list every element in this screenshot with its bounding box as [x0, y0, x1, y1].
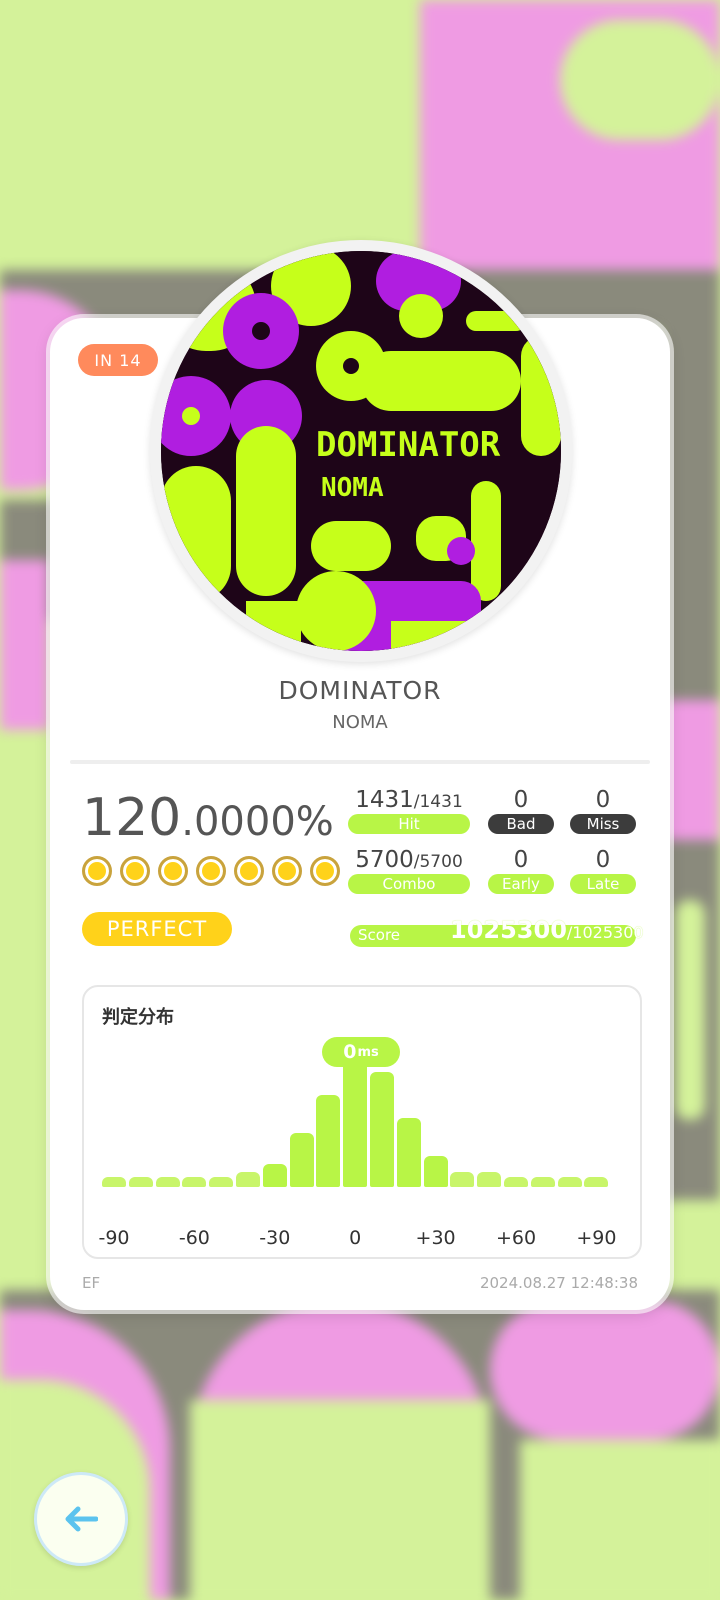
- stat-hit: 1431/1431 Hit: [348, 786, 470, 834]
- ring-icon: [120, 856, 150, 886]
- offset-value: 0: [343, 1041, 357, 1063]
- distribution-bar: [343, 1057, 368, 1187]
- accuracy-integer: 120: [82, 788, 182, 848]
- offset-unit: ms: [357, 1044, 379, 1060]
- play-timestamp: 2024.08.27 12:48:38: [479, 1274, 638, 1292]
- ring-icon: [196, 856, 226, 886]
- distribution-bar: [128, 1177, 153, 1187]
- score-value: 1025300/1025300: [450, 916, 644, 944]
- level-badge: IN 14: [78, 344, 158, 376]
- distribution-bar: [530, 1177, 555, 1187]
- distribution-tick-label: +30: [415, 1227, 456, 1249]
- distribution-tick-label: 0: [349, 1227, 362, 1249]
- accuracy: 120.0000%: [82, 788, 334, 848]
- combo-total: /5700: [413, 852, 463, 872]
- distribution-bar: [477, 1171, 502, 1187]
- score-total: /1025300: [566, 923, 644, 942]
- distribution-bar: [182, 1177, 207, 1187]
- bad-value: 0: [513, 787, 529, 813]
- full-combo-rings: [82, 856, 340, 886]
- song-title: DOMINATOR: [278, 676, 442, 705]
- ring-icon: [234, 856, 264, 886]
- distribution-bar: [504, 1177, 528, 1187]
- score-number: 1025300: [450, 916, 567, 944]
- distribution-bar: [102, 1177, 126, 1187]
- divider: [70, 760, 650, 764]
- svg-text:DOMINATOR: DOMINATOR: [316, 425, 501, 465]
- accuracy-decimal: .0000%: [181, 799, 334, 845]
- distribution-bar: [155, 1177, 180, 1187]
- cover-art-image: DOMINATOR NOMA: [161, 251, 561, 651]
- judgement-distribution-panel: 判定分布 -90 -60 -30 0 +30 +60 +90 0 ms: [82, 985, 642, 1259]
- ring-icon: [82, 856, 112, 886]
- arrow-left-icon: [65, 1506, 98, 1532]
- combo-label: Combo: [348, 874, 470, 894]
- distribution-bar: [557, 1177, 582, 1187]
- stat-bad: 0 Bad: [488, 786, 554, 834]
- distribution-tick-label: -30: [259, 1227, 291, 1249]
- distribution-bar: [396, 1118, 421, 1187]
- stat-combo: 5700/5700 Combo: [348, 846, 470, 894]
- distribution-bar: [370, 1072, 394, 1187]
- grade-badge: PERFECT: [82, 912, 232, 946]
- distribution-tick-label: +60: [495, 1227, 537, 1249]
- footer-tag: EF: [82, 1274, 101, 1292]
- late-value: 0: [595, 847, 611, 873]
- hit-label: Hit: [348, 814, 470, 834]
- song-artist: NOMA: [332, 712, 388, 733]
- combo-value: 5700: [355, 847, 414, 873]
- hit-value: 1431: [355, 787, 414, 813]
- song-cover: DOMINATOR NOMA: [150, 240, 572, 662]
- early-label: Early: [488, 874, 554, 894]
- hit-total: /1431: [413, 792, 463, 812]
- stat-miss: 0 Miss: [570, 786, 636, 834]
- distribution-bar: [236, 1171, 260, 1187]
- distribution-chart: -90 -60 -30 0 +30 +60 +90: [84, 987, 640, 1257]
- offset-bubble-tip: [354, 1066, 368, 1074]
- miss-label: Miss: [570, 814, 636, 834]
- distribution-bar: [316, 1095, 341, 1187]
- ring-icon: [310, 856, 340, 886]
- stat-early: 0 Early: [488, 846, 554, 894]
- stat-late: 0 Late: [570, 846, 636, 894]
- distribution-tick-label: -90: [98, 1227, 130, 1249]
- ring-icon: [272, 856, 302, 886]
- distribution-bar: [209, 1177, 234, 1187]
- score-label: Score: [358, 926, 401, 944]
- distribution-bar: [450, 1171, 475, 1187]
- ring-icon: [158, 856, 188, 886]
- distribution-bar: [289, 1133, 314, 1187]
- distribution-bar: [584, 1177, 609, 1187]
- back-button[interactable]: [34, 1472, 128, 1566]
- bad-label: Bad: [488, 814, 554, 834]
- distribution-tick-label: +90: [576, 1227, 617, 1249]
- distribution-tick-label: -60: [178, 1227, 210, 1249]
- svg-text:NOMA: NOMA: [321, 473, 384, 503]
- distribution-bar: [423, 1156, 448, 1187]
- miss-value: 0: [595, 787, 611, 813]
- late-label: Late: [570, 874, 636, 894]
- early-value: 0: [513, 847, 529, 873]
- offset-bubble: 0 ms: [322, 1037, 400, 1067]
- distribution-bar: [262, 1164, 287, 1187]
